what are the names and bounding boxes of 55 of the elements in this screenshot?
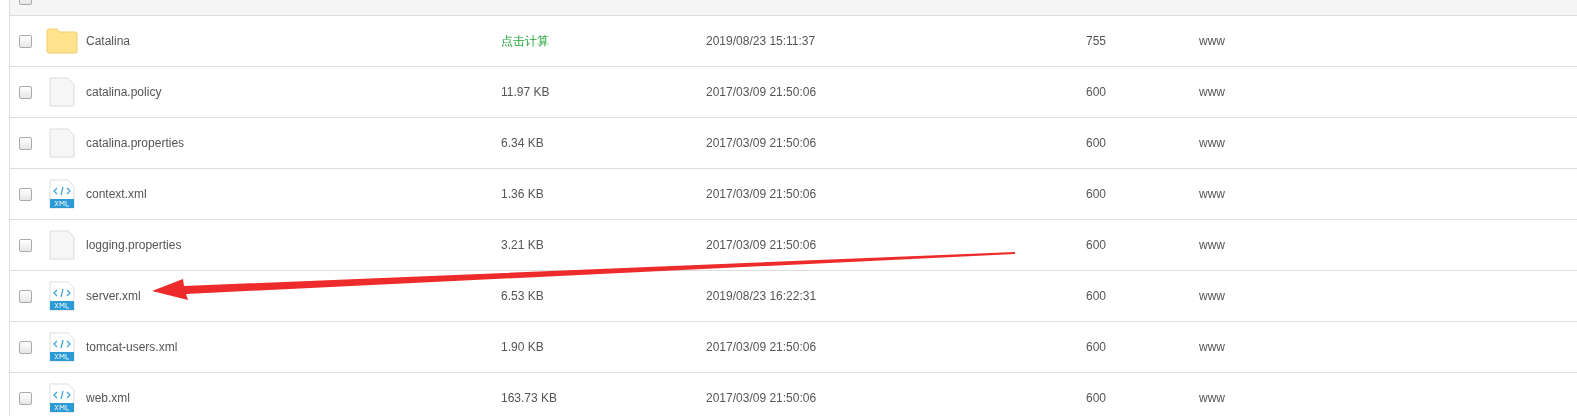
permission: 755: [1086, 34, 1108, 48]
file-icon: [49, 77, 75, 107]
xml-file-icon: [49, 281, 75, 311]
file-size: 3.21 KB: [501, 238, 545, 252]
owner: www: [1199, 289, 1226, 303]
modified-time: 2019/08/23 15:11:37: [706, 34, 817, 48]
file-size: 6.53 KB: [501, 289, 545, 303]
modified-time: 2017/03/09 21:50:06: [706, 187, 818, 201]
file-size: 11.97 KB: [501, 85, 551, 99]
modified-time: 2017/03/09 21:50:06: [706, 340, 818, 354]
xml-file-icon: [49, 179, 75, 209]
file-name[interactable]: catalina.properties: [86, 136, 501, 150]
file-size: 1.90 KB: [501, 340, 545, 354]
owner: www: [1199, 136, 1226, 150]
row-checkbox[interactable]: [19, 391, 32, 405]
permission: 600: [1086, 187, 1108, 201]
owner: www: [1199, 238, 1226, 252]
file-icon: [49, 128, 75, 158]
permission: 600: [1086, 391, 1108, 405]
modified-time: 2019/08/23 16:22:31: [706, 289, 818, 303]
owner: www: [1199, 187, 1226, 201]
permission: 600: [1086, 340, 1108, 354]
modified-time: 2017/03/09 21:50:06: [706, 85, 818, 99]
file-name[interactable]: web.xml: [86, 391, 501, 405]
file-name[interactable]: context.xml: [86, 187, 501, 201]
modified-time: 2017/03/09 21:50:06: [706, 391, 818, 405]
row-checkbox[interactable]: [19, 238, 32, 252]
file-name[interactable]: logging.properties: [86, 238, 501, 252]
row-checkbox[interactable]: [19, 85, 32, 99]
file-size: 1.36 KB: [501, 187, 545, 201]
file-size: 163.73 KB: [501, 391, 559, 405]
file-icon: [49, 230, 75, 260]
permission: 600: [1086, 136, 1108, 150]
permission: 600: [1086, 85, 1108, 99]
folder-icon: [46, 28, 78, 54]
row-checkbox[interactable]: [19, 340, 32, 354]
permission: 600: [1086, 289, 1108, 303]
file-name[interactable]: catalina.policy: [86, 85, 501, 99]
owner: www: [1199, 340, 1226, 354]
xml-file-icon: [49, 332, 75, 362]
row-checkbox[interactable]: [19, 136, 32, 150]
row-checkbox[interactable]: [19, 34, 32, 48]
file-name[interactable]: Catalina: [86, 34, 501, 48]
file-name[interactable]: server.xml: [86, 289, 501, 303]
row-checkbox[interactable]: [19, 187, 32, 201]
xml-file-icon: [49, 383, 75, 413]
owner: www: [1199, 391, 1226, 405]
file-name[interactable]: tomcat-users.xml: [86, 340, 501, 354]
owner: www: [1199, 85, 1226, 99]
file-size: 6.34 KB: [501, 136, 545, 150]
permission: 600: [1086, 238, 1108, 252]
row-checkbox[interactable]: [19, 289, 32, 303]
modified-time: 2017/03/09 21:50:06: [706, 136, 818, 150]
modified-time: 2017/03/09 21:50:06: [706, 238, 818, 252]
owner: www: [1199, 34, 1226, 48]
